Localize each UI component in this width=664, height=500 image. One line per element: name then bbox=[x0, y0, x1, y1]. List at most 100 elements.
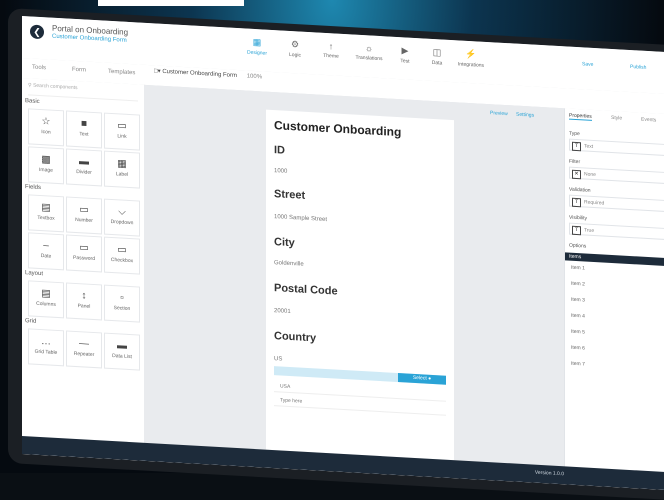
number-icon: ▭ bbox=[79, 204, 89, 216]
text-icon: ■ bbox=[80, 118, 88, 130]
page-icon[interactable]: □▾ bbox=[154, 68, 161, 74]
columns-icon: ▤ bbox=[41, 288, 51, 300]
list-item[interactable]: Item 4 bbox=[571, 313, 585, 320]
list-item[interactable]: Item 7 bbox=[571, 361, 585, 368]
prop-visibility-field[interactable]: T True bbox=[569, 222, 664, 240]
top-highlight bbox=[98, 0, 244, 6]
logic-icon: ⚙ bbox=[290, 39, 300, 50]
field-value-city[interactable]: Goldenville bbox=[274, 260, 304, 268]
plug-icon: ⚡ bbox=[465, 48, 477, 60]
visibility-icon: T bbox=[572, 225, 581, 236]
settings-link[interactable]: Settings bbox=[516, 112, 534, 119]
component-repeater[interactable]: — Repeater bbox=[66, 330, 102, 369]
component-image[interactable]: ▩ Image bbox=[28, 146, 64, 185]
form-title: Customer Onboarding bbox=[274, 118, 402, 140]
preview-link[interactable]: Preview bbox=[490, 110, 508, 117]
list-item[interactable]: Item 6 bbox=[571, 345, 585, 352]
section-grid: Grid bbox=[25, 318, 37, 325]
dropdown-select-button[interactable]: Select ● bbox=[398, 373, 446, 385]
tab-templates[interactable]: Templates bbox=[108, 69, 135, 77]
app-logo-icon[interactable]: ❮ bbox=[30, 24, 44, 40]
link-icon: ▭ bbox=[117, 120, 127, 132]
type-icon: T bbox=[572, 141, 581, 152]
component-checkbox[interactable]: ▭ Checkbox bbox=[104, 236, 140, 275]
field-label-id: ID bbox=[274, 144, 285, 157]
image-icon: ▩ bbox=[41, 154, 51, 166]
list-item[interactable]: Item 5 bbox=[571, 329, 585, 336]
component-dropdown[interactable]: ⌵ Dropdown bbox=[104, 198, 140, 237]
play-icon: ▶ bbox=[401, 45, 409, 56]
prop-type-field[interactable]: T Text bbox=[569, 138, 664, 156]
tab-properties[interactable]: Properties bbox=[569, 112, 592, 121]
component-password[interactable]: ▭ Password bbox=[66, 234, 102, 273]
tool-test[interactable]: ▶ Test bbox=[388, 44, 422, 65]
design-canvas: Preview Settings Customer Onboarding ID … bbox=[144, 84, 564, 485]
component-grid-table[interactable]: … Grid Table bbox=[28, 328, 64, 367]
field-label-postal-code: Postal Code bbox=[274, 282, 338, 298]
canvas-title: Customer Onboarding Form bbox=[162, 68, 238, 80]
grid-icon: … bbox=[41, 336, 51, 348]
field-value-id[interactable]: 1000 bbox=[274, 168, 287, 175]
tool-logic[interactable]: ⚙ Logic bbox=[278, 38, 312, 59]
tool-theme[interactable]: ↑ Theme bbox=[314, 40, 348, 60]
label-icon: ▦ bbox=[117, 158, 127, 170]
panel-icon: ↕ bbox=[81, 290, 87, 302]
form-preview: Customer Onboarding ID 1000 Street 1000 … bbox=[266, 109, 454, 461]
tab-events[interactable]: Events bbox=[641, 117, 656, 124]
component-panel[interactable]: ↕ Panel bbox=[66, 282, 102, 321]
tool-integrations[interactable]: ⚡ Integrations bbox=[454, 48, 488, 69]
save-button[interactable]: Save bbox=[582, 61, 593, 68]
search-input[interactable]: ⚲ Search components bbox=[28, 82, 138, 102]
component-divider[interactable]: ▬ Divider bbox=[66, 148, 102, 187]
component-icon[interactable]: ☆ Icon bbox=[28, 108, 64, 147]
prop-filter-field[interactable]: ✕ None bbox=[569, 166, 664, 184]
repeater-icon: — bbox=[79, 338, 89, 350]
list-item[interactable]: Item 3 bbox=[571, 297, 585, 304]
component-columns[interactable]: ▤ Columns bbox=[28, 280, 64, 319]
tab-form[interactable]: Form bbox=[72, 67, 86, 74]
star-icon: ☆ bbox=[41, 116, 51, 128]
prop-label-filter: Filter bbox=[569, 158, 581, 166]
section-icon: ▫ bbox=[120, 292, 124, 304]
dropdown-icon: ⌵ bbox=[118, 206, 126, 218]
component-number[interactable]: ▭ Number bbox=[66, 196, 102, 235]
globe-icon: ☼ bbox=[364, 43, 374, 54]
section-basic: Basic bbox=[25, 98, 40, 105]
publish-button[interactable]: Publish bbox=[630, 64, 646, 71]
properties-panel: Properties Style Events Type T Text Filte… bbox=[564, 108, 664, 491]
field-label-city: City bbox=[274, 236, 295, 250]
password-icon: ▭ bbox=[79, 242, 89, 254]
field-value-street[interactable]: 1000 Sample Street bbox=[274, 214, 327, 223]
palette-icon: ↑ bbox=[328, 41, 334, 52]
version-text: Version 1.0.0 bbox=[534, 469, 564, 478]
prop-label-validation: Validation bbox=[569, 186, 591, 194]
field-value-country[interactable]: US bbox=[274, 356, 282, 362]
tab-tools[interactable]: Tools bbox=[32, 65, 46, 72]
options-section-label: Options bbox=[569, 242, 587, 250]
prop-label-type: Type bbox=[569, 130, 580, 138]
list-item[interactable]: Item 2 bbox=[571, 281, 585, 288]
component-link[interactable]: ▭ Link bbox=[104, 112, 140, 151]
database-icon: ◫ bbox=[432, 46, 442, 58]
textbox-icon: ▤ bbox=[41, 202, 51, 214]
field-value-postal-code[interactable]: 20001 bbox=[274, 308, 291, 315]
component-data-list[interactable]: ▬ Data List bbox=[104, 332, 140, 371]
tool-translations[interactable]: ☼ Translations bbox=[352, 42, 386, 62]
list-item[interactable]: Item 1 bbox=[571, 265, 585, 272]
component-label[interactable]: ▦ Label bbox=[104, 150, 140, 189]
layout-icon: ▦ bbox=[252, 36, 262, 48]
component-section[interactable]: ▫ Section bbox=[104, 284, 140, 323]
component-textbox[interactable]: ▤ Textbox bbox=[28, 194, 64, 233]
zoom-select[interactable]: 100% bbox=[247, 74, 262, 81]
section-layout: Layout bbox=[25, 270, 44, 278]
component-panel: ⚲ Search components Basic ☆ Icon ■ Text ▭ L… bbox=[22, 78, 145, 461]
tab-style[interactable]: Style bbox=[611, 115, 622, 122]
tool-designer[interactable]: ▦ Designer bbox=[240, 36, 274, 57]
tool-data[interactable]: ◫ Data bbox=[420, 46, 454, 67]
component-date[interactable]: – Date bbox=[28, 232, 64, 271]
section-fields: Fields bbox=[25, 184, 42, 192]
prop-validation-field[interactable]: T Required bbox=[569, 194, 664, 212]
checkbox-icon: ▭ bbox=[117, 244, 127, 256]
component-text[interactable]: ■ Text bbox=[66, 110, 102, 149]
list-icon: ▬ bbox=[117, 340, 127, 352]
